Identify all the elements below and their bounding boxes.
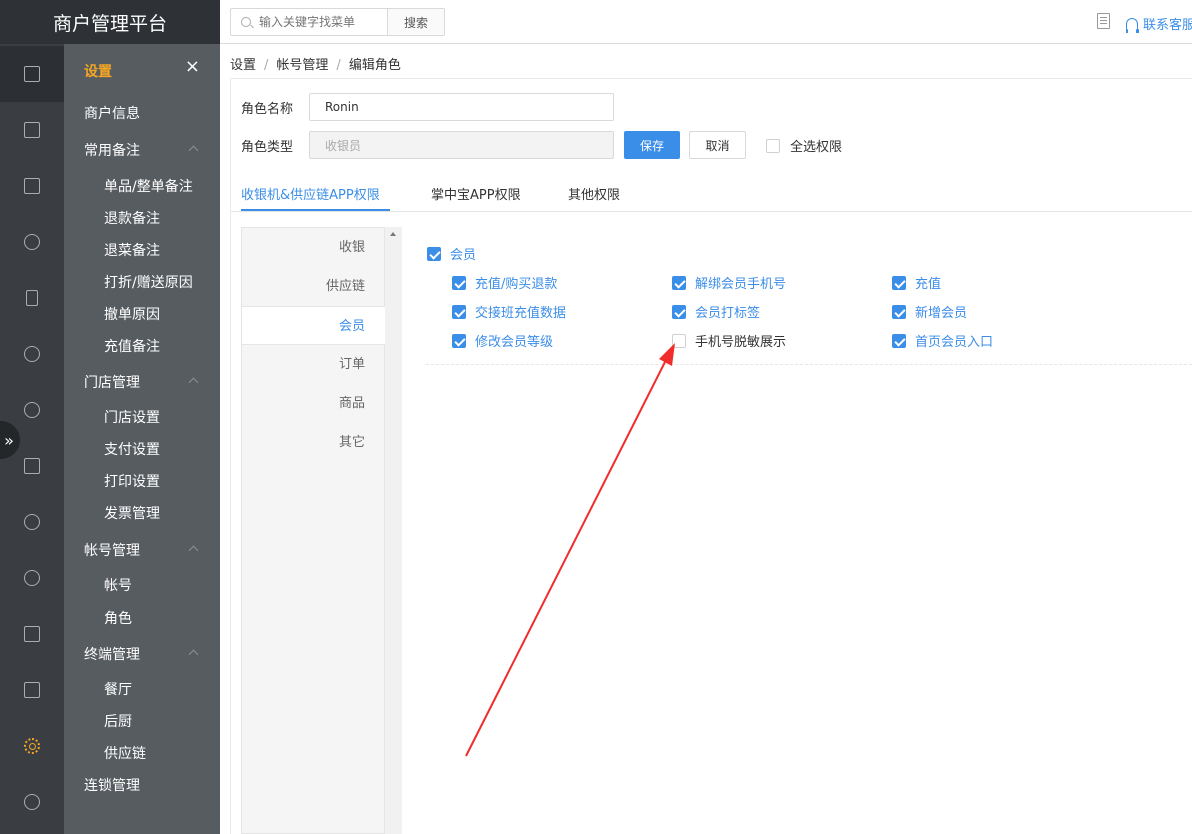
annotation-arrow — [465, 343, 675, 757]
